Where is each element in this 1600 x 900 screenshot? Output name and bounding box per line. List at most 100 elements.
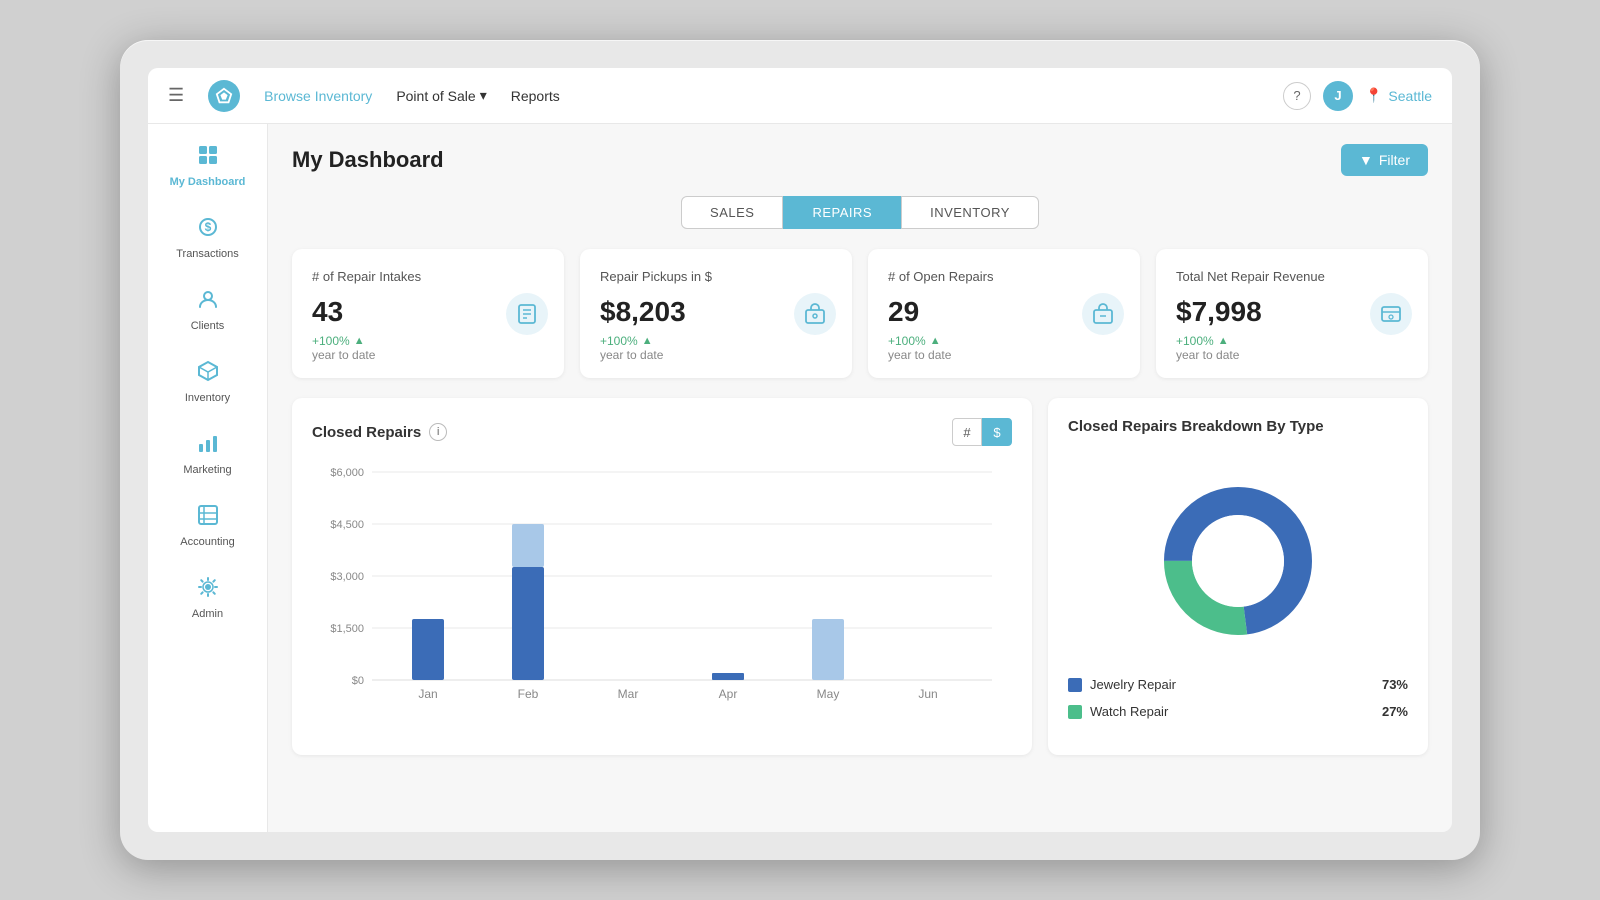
svg-text:$0: $0 — [352, 675, 364, 687]
svg-text:Apr: Apr — [719, 687, 738, 701]
donut-chart-card: Closed Repairs Breakdown By Type — [1048, 398, 1428, 755]
svg-text:Mar: Mar — [618, 687, 639, 701]
charts-row: Closed Repairs i # $ — [292, 398, 1428, 755]
toggle-hash-button[interactable]: # — [952, 418, 982, 446]
page-title: My Dashboard — [292, 147, 444, 173]
stat-revenue-icon — [1370, 293, 1412, 335]
sidebar-item-admin[interactable]: Admin — [148, 564, 267, 632]
help-button[interactable]: ? — [1283, 82, 1311, 110]
stat-open-sub: year to date — [888, 348, 1120, 362]
sidebar-item-dashboard[interactable]: My Dashboard — [148, 132, 267, 200]
location-pin-icon: 📍 — [1365, 87, 1382, 104]
watch-pct: 27% — [1382, 704, 1408, 719]
nav-point-of-sale[interactable]: Point of Sale ▾ — [396, 87, 486, 104]
svg-text:$3,000: $3,000 — [330, 571, 364, 583]
sidebar-item-inventory[interactable]: Inventory — [148, 348, 267, 416]
stat-intakes-change: +100% ▲ — [312, 334, 544, 348]
stat-card-pickups: Repair Pickups in $ $8,203 +100% ▲ year … — [580, 249, 852, 378]
up-arrow-icon: ▲ — [930, 335, 941, 347]
stat-revenue-title: Total Net Repair Revenue — [1176, 269, 1408, 284]
dropdown-arrow-icon: ▾ — [480, 87, 487, 104]
svg-text:$6,000: $6,000 — [330, 467, 364, 479]
stat-pickups-change: +100% ▲ — [600, 334, 832, 348]
stat-intakes-title: # of Repair Intakes — [312, 269, 544, 284]
stat-pickups-title: Repair Pickups in $ — [600, 269, 832, 284]
user-avatar[interactable]: J — [1323, 81, 1353, 111]
brand-logo — [208, 80, 240, 112]
stat-open-title: # of Open Repairs — [888, 269, 1120, 284]
dashboard-label: My Dashboard — [170, 176, 246, 188]
nav-right: ? J 📍 Seattle — [1283, 81, 1432, 111]
admin-icon — [197, 576, 219, 604]
stat-cards: # of Repair Intakes 43 +100% ▲ year to d… — [292, 249, 1428, 378]
bar-chart-svg: $6,000 $4,500 $3,000 $1,500 $0 — [312, 462, 1012, 722]
tab-sales[interactable]: SALES — [681, 196, 783, 229]
inventory-icon — [197, 360, 219, 388]
content-area: My Dashboard ▼ Filter SALES REPAIRS INVE… — [268, 124, 1452, 832]
top-nav: ☰ Browse Inventory Point of Sale ▾ Repor… — [148, 68, 1452, 124]
location-selector[interactable]: 📍 Seattle — [1365, 87, 1432, 104]
tab-repairs[interactable]: REPAIRS — [783, 196, 901, 229]
admin-label: Admin — [192, 608, 223, 620]
svg-text:Jun: Jun — [918, 687, 937, 701]
clients-label: Clients — [191, 320, 225, 332]
legend-item-watch: Watch Repair 27% — [1068, 698, 1408, 725]
stat-pickups-sub: year to date — [600, 348, 832, 362]
sidebar-item-marketing[interactable]: Marketing — [148, 420, 267, 488]
hamburger-icon[interactable]: ☰ — [168, 85, 184, 106]
donut-chart-header: Closed Repairs Breakdown By Type — [1068, 418, 1408, 435]
marketing-label: Marketing — [183, 464, 231, 476]
chart-toggle: # $ — [952, 418, 1012, 446]
toggle-dollar-button[interactable]: $ — [982, 418, 1012, 446]
svg-text:$1,500: $1,500 — [330, 623, 364, 635]
clients-icon — [197, 288, 219, 316]
tab-inventory[interactable]: INVENTORY — [901, 196, 1039, 229]
bar-chart-area: $6,000 $4,500 $3,000 $1,500 $0 — [312, 462, 1012, 722]
marketing-icon — [197, 432, 219, 460]
filter-icon: ▼ — [1359, 152, 1373, 168]
accounting-label: Accounting — [180, 536, 234, 548]
watch-dot — [1068, 705, 1082, 719]
stat-card-open-repairs: # of Open Repairs 29 +100% ▲ year to dat… — [868, 249, 1140, 378]
watch-label: Watch Repair — [1090, 704, 1168, 719]
location-label: Seattle — [1388, 88, 1432, 104]
bar-chart-card: Closed Repairs i # $ — [292, 398, 1032, 755]
jewelry-pct: 73% — [1382, 677, 1408, 692]
inventory-label: Inventory — [185, 392, 230, 404]
stat-card-revenue: Total Net Repair Revenue $7,998 +100% ▲ … — [1156, 249, 1428, 378]
stat-open-change: +100% ▲ — [888, 334, 1120, 348]
nav-reports[interactable]: Reports — [511, 88, 560, 104]
jewelry-label: Jewelry Repair — [1090, 677, 1176, 692]
jewelry-dot — [1068, 678, 1082, 692]
donut-svg — [1148, 471, 1328, 651]
page-header: My Dashboard ▼ Filter — [292, 144, 1428, 176]
svg-text:May: May — [817, 687, 840, 701]
sidebar: My Dashboard $ Transactions — [148, 124, 268, 832]
chart-header: Closed Repairs i # $ — [312, 418, 1012, 446]
svg-text:$: $ — [204, 220, 211, 234]
legend-item-jewelry: Jewelry Repair 73% — [1068, 671, 1408, 698]
filter-button[interactable]: ▼ Filter — [1341, 144, 1428, 176]
donut-chart-title: Closed Repairs Breakdown By Type — [1068, 418, 1324, 435]
stat-pickups-icon — [794, 293, 836, 335]
svg-text:$4,500: $4,500 — [330, 519, 364, 531]
transactions-label: Transactions — [176, 248, 239, 260]
info-icon[interactable]: i — [429, 423, 447, 441]
accounting-icon — [197, 504, 219, 532]
transactions-icon: $ — [197, 216, 219, 244]
stat-intakes-sub: year to date — [312, 348, 544, 362]
up-arrow-icon: ▲ — [642, 335, 653, 347]
nav-browse-inventory[interactable]: Browse Inventory — [264, 88, 372, 104]
dashboard-icon — [197, 144, 219, 172]
tab-group: SALES REPAIRS INVENTORY — [292, 196, 1428, 229]
device-screen: ☰ Browse Inventory Point of Sale ▾ Repor… — [148, 68, 1452, 832]
stat-revenue-sub: year to date — [1176, 348, 1408, 362]
sidebar-item-transactions[interactable]: $ Transactions — [148, 204, 267, 272]
stat-open-icon — [1082, 293, 1124, 335]
legend-left-jewelry: Jewelry Repair — [1068, 677, 1176, 692]
up-arrow-icon: ▲ — [1218, 335, 1229, 347]
device-frame: ☰ Browse Inventory Point of Sale ▾ Repor… — [120, 40, 1480, 860]
sidebar-item-accounting[interactable]: Accounting — [148, 492, 267, 560]
sidebar-item-clients[interactable]: Clients — [148, 276, 267, 344]
svg-text:Jan: Jan — [418, 687, 437, 701]
